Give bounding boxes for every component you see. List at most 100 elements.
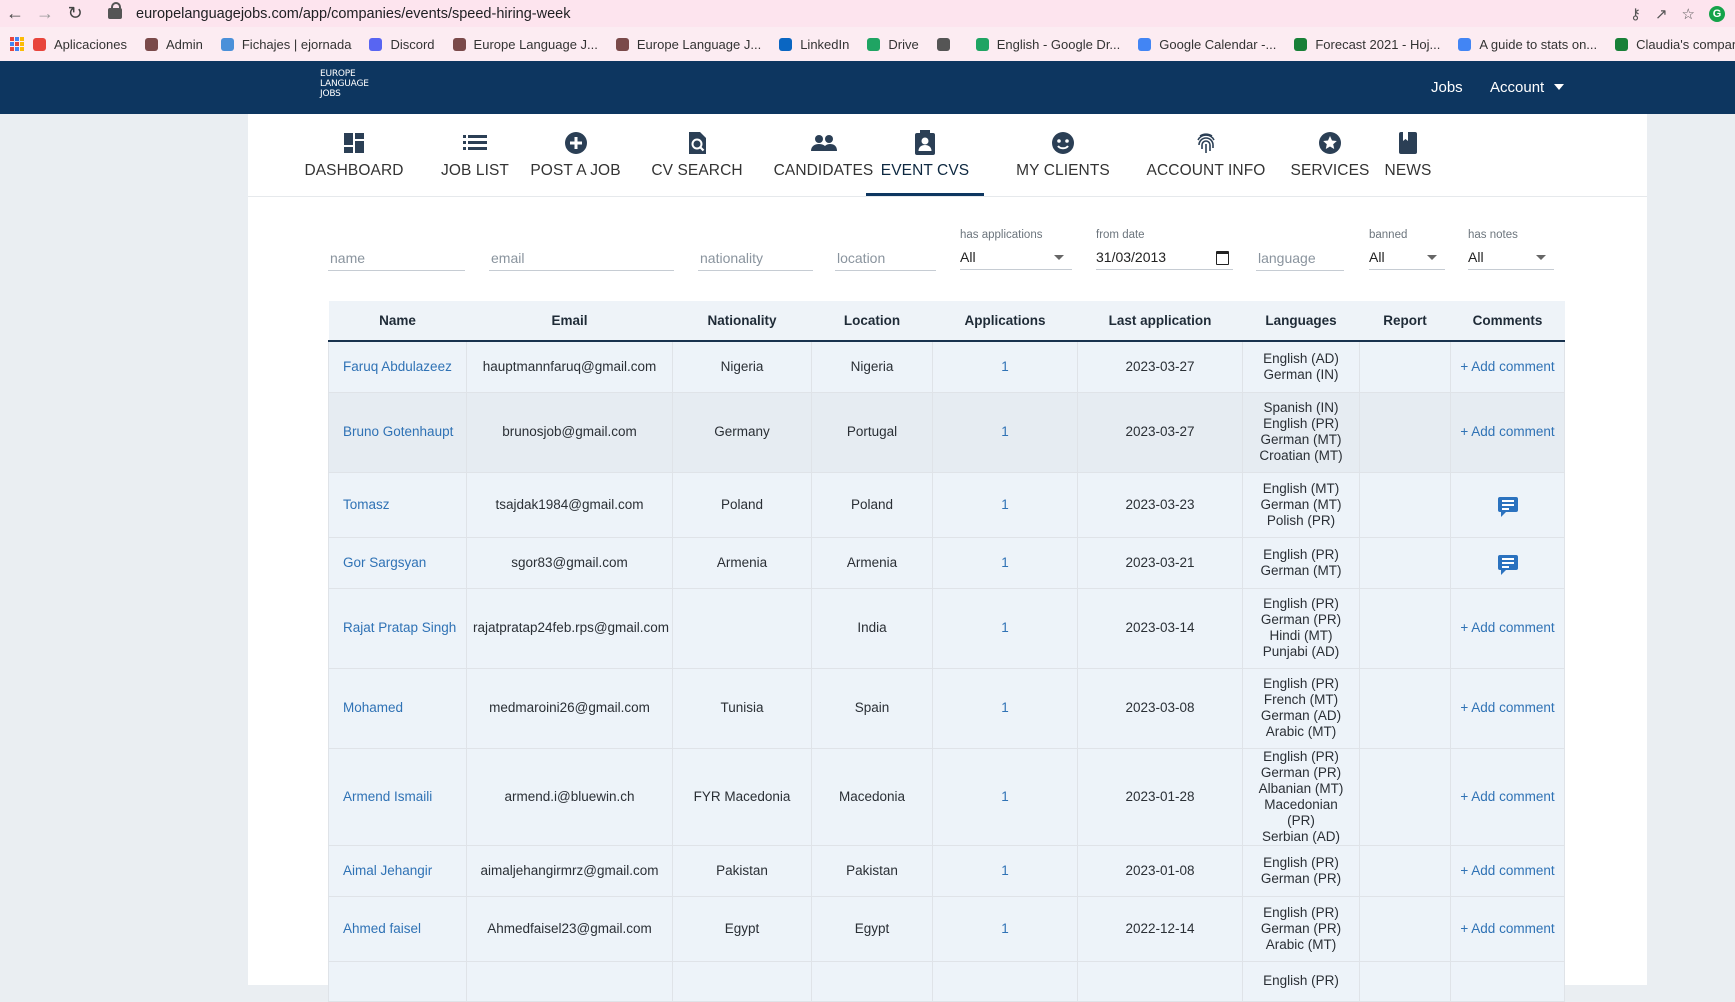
apps-grid-icon[interactable] — [10, 37, 24, 51]
back-arrow-icon[interactable]: ← — [0, 3, 30, 24]
applications-count-link[interactable]: 1 — [932, 667, 1078, 749]
share-icon[interactable]: ↗ — [1655, 5, 1668, 23]
tab-event-cvs[interactable]: EVENT CVS — [866, 114, 984, 196]
from-date-input[interactable]: 31/03/2013 — [1096, 249, 1233, 270]
table-row[interactable]: Rajat Pratap Singh rajatpratap24feb.rps@g… — [328, 587, 1565, 669]
language-filter-input[interactable] — [1256, 250, 1344, 271]
column-header[interactable]: Applications — [932, 301, 1078, 342]
bookmark-item[interactable]: Drive — [858, 37, 927, 52]
tab-news[interactable]: NEWS — [1379, 114, 1437, 196]
has-notes-select[interactable]: All — [1468, 249, 1554, 270]
bookmark-item[interactable]: Google Calendar -... — [1129, 37, 1285, 52]
applications-count-link[interactable] — [932, 960, 1078, 1002]
applications-count-link[interactable]: 1 — [932, 895, 1078, 962]
bookmark-star-icon[interactable]: ☆ — [1682, 5, 1695, 23]
tab-services[interactable]: SERVICES — [1274, 114, 1386, 196]
add-comment-link[interactable]: + Add comment — [1460, 620, 1554, 635]
add-comment-link[interactable]: + Add comment — [1460, 789, 1554, 804]
name-filter-input[interactable] — [328, 250, 465, 271]
bookmark-item[interactable]: Admin — [136, 37, 212, 52]
reload-icon[interactable]: ↻ — [60, 3, 90, 24]
candidate-name-link[interactable]: Bruno Gotenhaupt — [328, 391, 467, 473]
bookmark-item[interactable]: Discord — [360, 37, 443, 52]
bookmark-item[interactable]: Fichajes | ejornada — [212, 37, 361, 52]
candidate-languages: English (PR) — [1242, 960, 1360, 1002]
column-header[interactable]: Email — [466, 301, 673, 342]
column-header[interactable]: Last application — [1077, 301, 1243, 342]
comment-icon[interactable] — [1497, 555, 1518, 576]
column-header[interactable]: Location — [811, 301, 933, 342]
applications-count-link[interactable]: 1 — [932, 587, 1078, 669]
candidate-name-link[interactable]: Tomasz — [328, 471, 467, 538]
column-header[interactable]: Comments — [1450, 301, 1565, 342]
bookmark-item[interactable]: Aplicaciones — [33, 37, 136, 52]
add-comment-link[interactable]: + Add comment — [1460, 359, 1554, 374]
comment-icon[interactable] — [1497, 497, 1518, 518]
tab-post-a-job[interactable]: POST A JOB — [508, 114, 643, 196]
bookmark-item[interactable]: Europe Language J... — [444, 37, 607, 52]
candidate-name-link[interactable]: Aimal Jehangir — [328, 844, 467, 897]
account-menu[interactable]: Account — [1490, 61, 1565, 114]
candidate-name-link[interactable]: Mohamed — [328, 667, 467, 749]
nationality-filter-input[interactable] — [698, 250, 813, 271]
tab-dashboard[interactable]: DASHBOARD — [285, 114, 423, 196]
column-header[interactable]: Name — [328, 301, 467, 342]
add-comment-link[interactable]: + Add comment — [1460, 424, 1554, 439]
applications-count-link[interactable]: 1 — [932, 391, 1078, 473]
applications-count-link[interactable]: 1 — [932, 471, 1078, 538]
applications-count-link[interactable]: 1 — [932, 536, 1078, 589]
table-row[interactable]: Faruq Abdulazeez hauptmannfaruq@gmail.com… — [328, 340, 1565, 393]
bookmark-item[interactable]: Claudia's companie... — [1606, 37, 1735, 52]
candidate-name-link[interactable]: Faruq Abdulazeez — [328, 340, 467, 393]
table-row[interactable]: English (PR) — [328, 960, 1565, 1002]
candidate-name-link[interactable]: Armend Ismaili — [328, 747, 467, 846]
language-item: German (PR) — [1260, 920, 1342, 936]
add-comment-link[interactable]: + Add comment — [1460, 700, 1554, 715]
bookmark-item[interactable]: Europe Language J... — [607, 37, 770, 52]
bookmark-item[interactable] — [928, 37, 967, 51]
table-row[interactable]: Armend Ismaili armend.i@bluewin.ch FYR Mac… — [328, 747, 1565, 846]
candidate-name-link[interactable]: Rajat Pratap Singh — [328, 587, 467, 669]
column-header[interactable]: Nationality — [672, 301, 812, 342]
language-item: German (MT) — [1260, 432, 1342, 447]
address-bar[interactable]: europelanguagejobs.com/app/companies/eve… — [136, 6, 1630, 22]
column-header[interactable]: Languages — [1242, 301, 1360, 342]
applications-count-link[interactable]: 1 — [932, 747, 1078, 846]
language-item: English (PR) — [1263, 676, 1339, 691]
dropdown-caret-icon — [1427, 255, 1437, 260]
table-row[interactable]: Tomasz tsajdak1984@gmail.com Poland Poland 1… — [328, 471, 1565, 538]
location-filter-input[interactable] — [835, 250, 936, 271]
table-row[interactable]: Aimal Jehangir aimaljehangirmrz@gmail.com… — [328, 844, 1565, 897]
table-row[interactable]: Mohamed medmaroini26@gmail.com Tunisia Spai… — [328, 667, 1565, 749]
banned-select[interactable]: All — [1369, 249, 1445, 270]
candidate-name-link[interactable]: Gor Sargsyan — [328, 536, 467, 589]
bookmark-item[interactable]: LinkedIn — [770, 37, 858, 52]
bookmark-item[interactable]: English - Google Dr... — [967, 37, 1130, 52]
bookmark-item[interactable]: A guide to stats on... — [1449, 37, 1606, 52]
tab-my-clients[interactable]: MY CLIENTS — [999, 114, 1127, 196]
key-icon[interactable]: ⚷ — [1630, 5, 1641, 23]
applications-count-link[interactable]: 1 — [932, 340, 1078, 393]
language-item: German (AD) — [1260, 708, 1342, 723]
jobs-link[interactable]: Jobs — [1431, 61, 1463, 114]
candidate-languages: English (PR) German (MT) — [1242, 536, 1360, 589]
calendar-icon[interactable] — [1216, 251, 1229, 265]
email-filter-input[interactable] — [489, 250, 674, 271]
applications-count-link[interactable]: 1 — [932, 844, 1078, 897]
candidate-name-link[interactable] — [328, 960, 467, 1002]
forward-arrow-icon[interactable]: → — [30, 3, 60, 24]
add-comment-link[interactable]: + Add comment — [1460, 921, 1554, 936]
tab-cv-search[interactable]: CV SEARCH — [633, 114, 761, 196]
tab-account-info[interactable]: ACCOUNT INFO — [1126, 114, 1286, 196]
candidate-name-link[interactable]: Ahmed faisel — [328, 895, 467, 962]
table-row[interactable]: Gor Sargsyan sgor83@gmail.com Armenia Armen… — [328, 536, 1565, 589]
europe-language-jobs-logo[interactable]: EUROPE LANGUAGE JOBS — [320, 69, 369, 99]
has-applications-select[interactable]: All — [960, 249, 1072, 270]
column-header[interactable]: Report — [1359, 301, 1451, 342]
table-row[interactable]: Bruno Gotenhaupt brunosjob@gmail.com Germa… — [328, 391, 1565, 473]
add-comment-link[interactable]: + Add comment — [1460, 863, 1554, 878]
bookmark-item[interactable]: Forecast 2021 - Hoj... — [1285, 37, 1449, 52]
grammarly-icon[interactable]: G — [1709, 5, 1725, 22]
bookmark-favicon-icon — [1458, 37, 1472, 51]
table-row[interactable]: Ahmed faisel Ahmedfaisel23@gmail.com Egypt… — [328, 895, 1565, 962]
